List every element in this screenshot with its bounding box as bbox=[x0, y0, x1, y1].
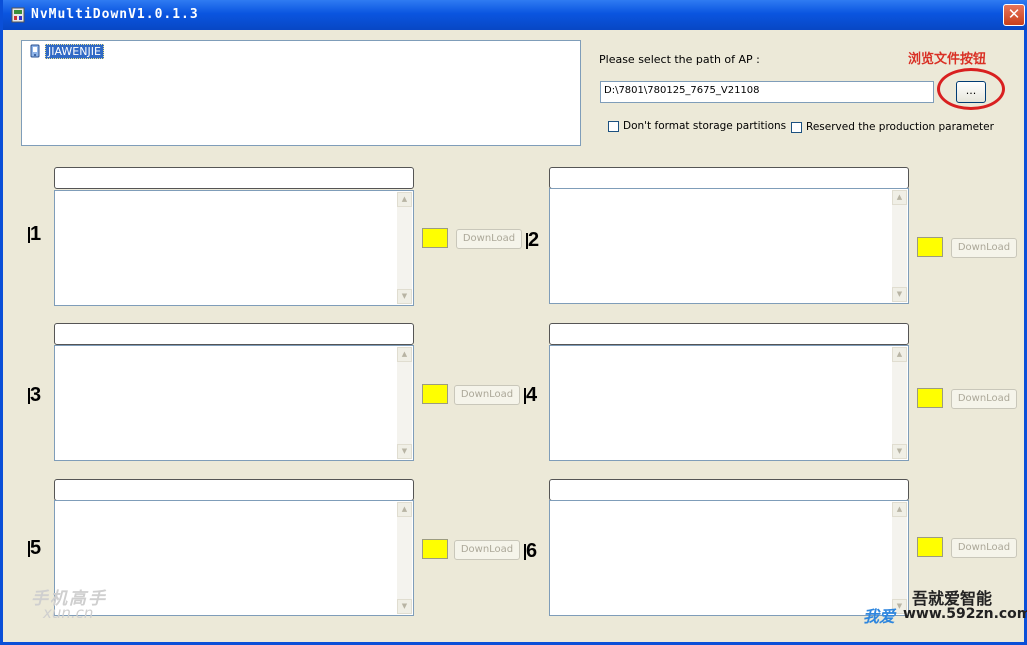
window-title: NvMultiDownV1.0.1.3 bbox=[31, 7, 199, 22]
slot-3-scrollbar[interactable]: ▲ ▼ bbox=[397, 347, 412, 459]
slot-5-download-button[interactable]: DownLoad bbox=[454, 540, 520, 560]
slot-3-number: 3 bbox=[27, 384, 42, 406]
slot-1-title[interactable] bbox=[54, 167, 414, 189]
slot-6-scrollbar[interactable]: ▲ ▼ bbox=[892, 502, 907, 614]
scroll-up-icon[interactable]: ▲ bbox=[892, 190, 907, 205]
slot-1-log[interactable]: ▲ ▼ bbox=[54, 190, 414, 306]
reserve-param-label: Reserved the production parameter bbox=[806, 121, 994, 133]
ap-path-input[interactable]: D:\7801\780125_7675_V21108 bbox=[600, 81, 934, 103]
slot-1-number: 1 bbox=[27, 223, 42, 245]
slot-4-status bbox=[917, 388, 943, 408]
slot-4-download-button[interactable]: DownLoad bbox=[951, 389, 1017, 409]
slot-1-scrollbar[interactable]: ▲ ▼ bbox=[397, 192, 412, 304]
slot-3-log[interactable]: ▲ ▼ bbox=[54, 345, 414, 461]
close-button[interactable]: ✕ bbox=[1003, 4, 1025, 26]
slot-6-download-button[interactable]: DownLoad bbox=[951, 538, 1017, 558]
scroll-down-icon[interactable]: ▼ bbox=[397, 599, 412, 614]
slot-5-status bbox=[422, 539, 448, 559]
slot-2-download-button[interactable]: DownLoad bbox=[951, 238, 1017, 258]
no-format-label: Don't format storage partitions bbox=[623, 120, 787, 132]
slot-2-number: 2 bbox=[525, 229, 540, 251]
reserve-param-checkbox[interactable] bbox=[791, 121, 802, 133]
no-format-option[interactable]: Don't format storage partitions bbox=[608, 120, 786, 132]
scroll-up-icon[interactable]: ▲ bbox=[892, 347, 907, 362]
scroll-down-icon[interactable]: ▼ bbox=[892, 444, 907, 459]
close-icon: ✕ bbox=[1007, 5, 1021, 23]
app-icon bbox=[11, 7, 25, 23]
slot-1-download-button[interactable]: DownLoad bbox=[456, 229, 522, 249]
watermark-right-bottom: www.592zn.com bbox=[903, 606, 1027, 622]
scroll-up-icon[interactable]: ▲ bbox=[397, 347, 412, 362]
slot-4-number: 4 bbox=[523, 384, 538, 406]
scroll-down-icon[interactable]: ▼ bbox=[397, 444, 412, 459]
watermark-left-bottom: xun.cn bbox=[43, 604, 94, 622]
scroll-up-icon[interactable]: ▲ bbox=[397, 502, 412, 517]
slot-3-download-button[interactable]: DownLoad bbox=[454, 385, 520, 405]
scroll-up-icon[interactable]: ▲ bbox=[397, 192, 412, 207]
slot-5-log[interactable]: ▲ ▼ bbox=[54, 500, 414, 616]
device-icon bbox=[30, 44, 40, 58]
no-format-checkbox[interactable] bbox=[608, 120, 619, 132]
slot-5-number: 5 bbox=[27, 537, 42, 559]
slot-6-title[interactable] bbox=[549, 479, 909, 501]
reserve-param-option[interactable]: Reserved the production parameter bbox=[791, 121, 994, 133]
scroll-down-icon[interactable]: ▼ bbox=[397, 289, 412, 304]
slot-1-status bbox=[422, 228, 448, 248]
slot-3-title[interactable] bbox=[54, 323, 414, 345]
scroll-up-icon[interactable]: ▲ bbox=[892, 502, 907, 517]
browse-button[interactable]: ... bbox=[956, 81, 986, 103]
slot-6-status bbox=[917, 537, 943, 557]
slot-5-scrollbar[interactable]: ▲ ▼ bbox=[397, 502, 412, 614]
slot-2-log[interactable]: ▲ ▼ bbox=[549, 188, 909, 304]
slot-6-log[interactable]: ▲ ▼ bbox=[549, 500, 909, 616]
slot-4-title[interactable] bbox=[549, 323, 909, 345]
client-area: JIAWENJIE Please select the path of AP :… bbox=[6, 30, 1021, 639]
slot-2-title[interactable] bbox=[549, 167, 909, 189]
slot-4-log[interactable]: ▲ ▼ bbox=[549, 345, 909, 461]
watermark-right-big: 我爱 bbox=[863, 607, 896, 626]
slot-2-scrollbar[interactable]: ▲ ▼ bbox=[892, 190, 907, 302]
browse-annotation: 浏览文件按钮 bbox=[908, 52, 987, 67]
device-label: JIAWENJIE bbox=[45, 44, 104, 59]
slot-6-number: 6 bbox=[523, 540, 538, 562]
slot-3-status bbox=[422, 384, 448, 404]
path-label: Please select the path of AP : bbox=[599, 53, 760, 66]
app-window: NvMultiDownV1.0.1.3 ✕ JIAWENJIE Please s… bbox=[0, 0, 1027, 645]
slot-5-title[interactable] bbox=[54, 479, 414, 501]
title-bar[interactable]: NvMultiDownV1.0.1.3 ✕ bbox=[3, 0, 1027, 30]
list-item[interactable]: JIAWENJIE bbox=[29, 44, 104, 59]
device-list[interactable]: JIAWENJIE bbox=[21, 40, 581, 146]
slot-2-status bbox=[917, 237, 943, 257]
scroll-down-icon[interactable]: ▼ bbox=[892, 287, 907, 302]
slot-4-scrollbar[interactable]: ▲ ▼ bbox=[892, 347, 907, 459]
